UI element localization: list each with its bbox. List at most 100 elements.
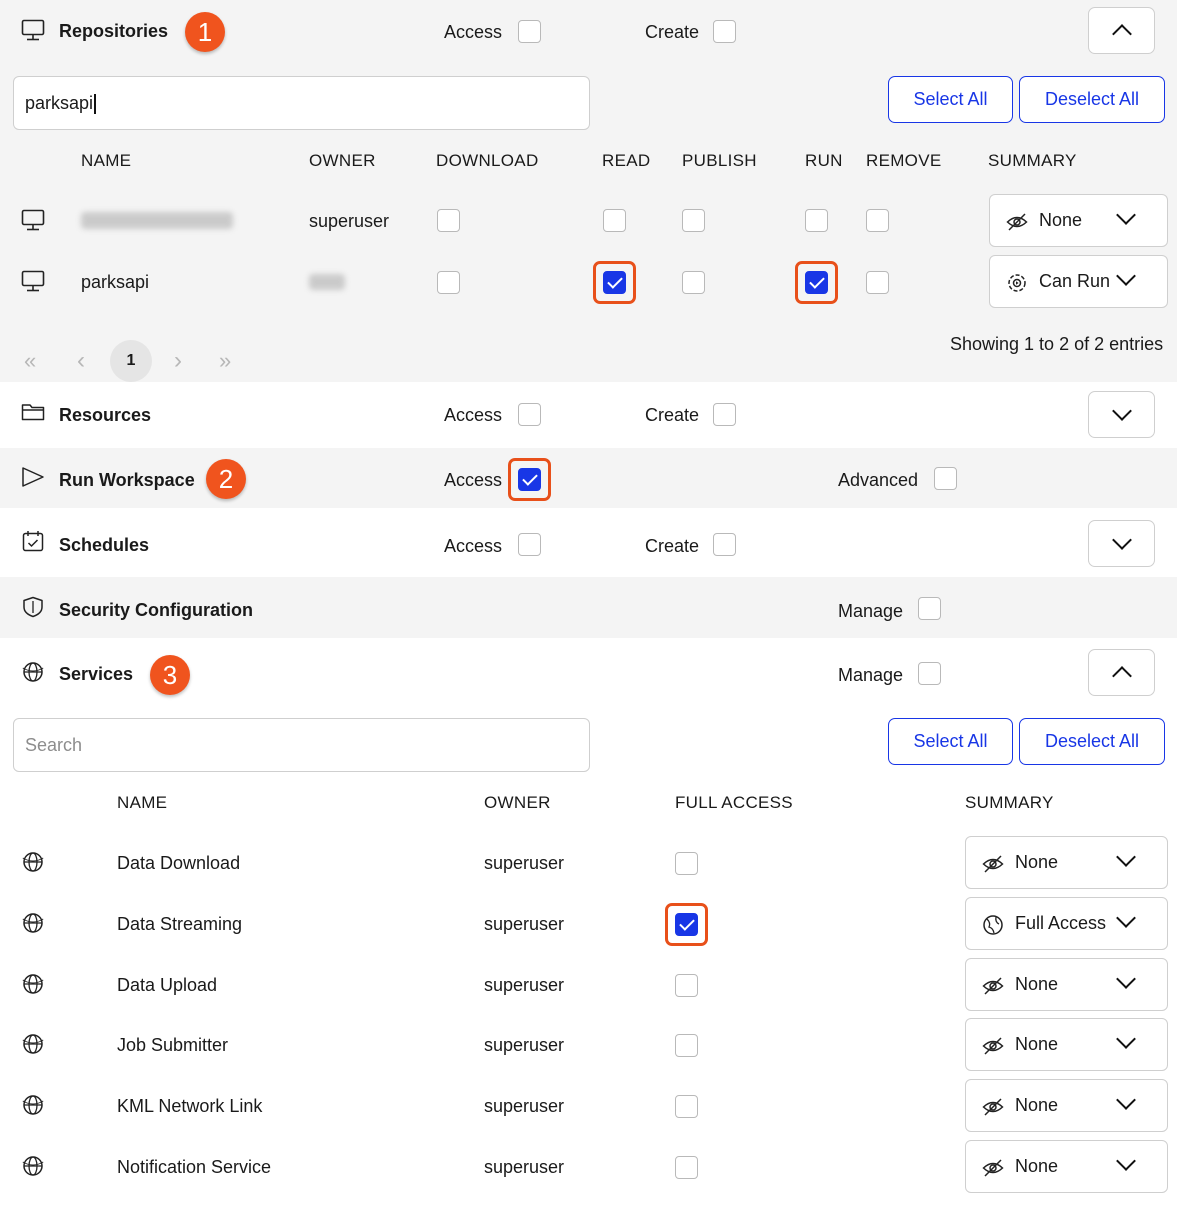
services-search-input[interactable]: Search bbox=[13, 718, 590, 772]
repo-owner: superuser bbox=[309, 211, 390, 231]
repositories-select-all-button[interactable]: Select All bbox=[888, 76, 1013, 123]
service-name: Notification Service bbox=[117, 1157, 272, 1177]
repo-name: parksapi bbox=[81, 272, 150, 292]
service-name: Data Upload bbox=[117, 975, 218, 995]
run-checkbox[interactable] bbox=[805, 209, 828, 232]
repositories-search-input[interactable]: parksapi bbox=[13, 76, 590, 130]
repositories-collapse-button[interactable] bbox=[1088, 7, 1155, 54]
pagination-prev[interactable]: ‹ bbox=[77, 347, 85, 375]
chevron-down-icon bbox=[1116, 1151, 1136, 1171]
schedules-row bbox=[0, 508, 1177, 577]
publish-checkbox[interactable] bbox=[682, 271, 705, 294]
eye-slash-icon bbox=[1006, 213, 1028, 231]
eye-slash-icon bbox=[982, 977, 1004, 995]
resources-title: Resources bbox=[59, 405, 152, 425]
service-name: Data Streaming bbox=[117, 914, 243, 934]
summary-select[interactable]: None bbox=[965, 1018, 1168, 1071]
monitor-icon bbox=[21, 19, 45, 41]
summary-select[interactable]: Full Access bbox=[965, 897, 1168, 950]
run-workspace-title: Run Workspace bbox=[59, 470, 195, 490]
step-badge-1: 1 bbox=[185, 12, 225, 52]
repositories-title: Repositories bbox=[59, 21, 169, 41]
service-owner: superuser bbox=[484, 853, 565, 873]
summary-select[interactable]: None bbox=[965, 836, 1168, 889]
run-checkbox[interactable] bbox=[805, 271, 828, 294]
run-workspace-advanced-label: Advanced bbox=[838, 470, 919, 490]
summary-value: None bbox=[1015, 1156, 1059, 1176]
column-header-summary: SUMMARY bbox=[965, 793, 1054, 812]
publish-checkbox[interactable] bbox=[682, 209, 705, 232]
globe-access-icon bbox=[983, 915, 1003, 935]
chevron-down-icon bbox=[1116, 847, 1136, 867]
full-access-checkbox[interactable] bbox=[675, 913, 698, 936]
chevron-down-icon bbox=[1116, 266, 1136, 286]
schedules-expand-button[interactable] bbox=[1088, 520, 1155, 567]
summary-select[interactable]: None bbox=[965, 958, 1168, 1011]
step-badge-3: 3 bbox=[150, 655, 190, 695]
summary-value: Can Run bbox=[1039, 271, 1111, 291]
remove-checkbox[interactable] bbox=[866, 209, 889, 232]
read-checkbox[interactable] bbox=[603, 271, 626, 294]
globe-icon bbox=[22, 662, 44, 682]
summary-value: None bbox=[1015, 974, 1059, 994]
security-manage-checkbox[interactable] bbox=[918, 597, 941, 620]
repositories-search-value: parksapi bbox=[25, 93, 94, 113]
chevron-up-icon bbox=[1112, 24, 1132, 44]
run-workspace-access-checkbox[interactable] bbox=[518, 468, 541, 491]
download-checkbox[interactable] bbox=[437, 209, 460, 232]
remove-checkbox[interactable] bbox=[866, 271, 889, 294]
column-header-owner: OWNER bbox=[484, 793, 551, 812]
resources-create-checkbox[interactable] bbox=[713, 403, 736, 426]
read-checkbox[interactable] bbox=[603, 209, 626, 232]
services-collapse-button[interactable] bbox=[1088, 649, 1155, 696]
pagination-current-page[interactable]: 1 bbox=[110, 340, 152, 382]
repositories-access-checkbox[interactable] bbox=[518, 20, 541, 43]
services-manage-label: Manage bbox=[838, 665, 904, 685]
summary-select[interactable]: Can Run bbox=[989, 255, 1168, 308]
full-access-checkbox[interactable] bbox=[675, 852, 698, 875]
eye-slash-icon bbox=[982, 1159, 1004, 1177]
chevron-down-icon bbox=[1112, 530, 1132, 550]
download-checkbox[interactable] bbox=[437, 271, 460, 294]
chevron-down-icon bbox=[1112, 401, 1132, 421]
summary-select[interactable]: None bbox=[965, 1079, 1168, 1132]
pagination-next[interactable]: › bbox=[174, 347, 182, 375]
resources-expand-button[interactable] bbox=[1088, 391, 1155, 438]
schedules-create-checkbox[interactable] bbox=[713, 533, 736, 556]
full-access-checkbox[interactable] bbox=[675, 974, 698, 997]
column-header-name: NAME bbox=[81, 151, 132, 170]
column-header-summary: SUMMARY bbox=[988, 151, 1077, 170]
run-workspace-access-label: Access bbox=[444, 470, 503, 490]
schedules-create-label: Create bbox=[645, 536, 700, 556]
services-manage-checkbox[interactable] bbox=[918, 662, 941, 685]
column-header-owner: OWNER bbox=[309, 151, 376, 170]
repositories-create-checkbox[interactable] bbox=[713, 20, 736, 43]
full-access-checkbox[interactable] bbox=[675, 1156, 698, 1179]
repositories-access-label: Access bbox=[444, 22, 503, 42]
service-name: KML Network Link bbox=[117, 1096, 263, 1116]
chevron-down-icon bbox=[1116, 969, 1136, 989]
services-select-all-button[interactable]: Select All bbox=[888, 718, 1013, 765]
resources-access-checkbox[interactable] bbox=[518, 403, 541, 426]
services-deselect-all-button[interactable]: Deselect All bbox=[1019, 718, 1165, 765]
column-header-download: DOWNLOAD bbox=[436, 151, 539, 170]
services-title: Services bbox=[59, 664, 134, 684]
resources-access-label: Access bbox=[444, 405, 503, 425]
column-header-run: RUN bbox=[805, 151, 843, 170]
summary-select[interactable]: None bbox=[965, 1140, 1168, 1193]
service-owner: superuser bbox=[484, 1096, 565, 1116]
pagination-last[interactable]: » bbox=[219, 348, 231, 374]
chevron-up-icon bbox=[1112, 666, 1132, 686]
summary-value: Full Access bbox=[1015, 913, 1107, 933]
pagination-first[interactable]: « bbox=[24, 348, 36, 374]
schedules-access-checkbox[interactable] bbox=[518, 533, 541, 556]
globe-icon bbox=[22, 1033, 44, 1060]
service-owner: superuser bbox=[484, 914, 565, 934]
summary-select[interactable]: None bbox=[989, 194, 1168, 247]
repositories-deselect-all-button[interactable]: Deselect All bbox=[1019, 76, 1165, 123]
globe-icon bbox=[22, 851, 44, 878]
full-access-checkbox[interactable] bbox=[675, 1095, 698, 1118]
full-access-checkbox[interactable] bbox=[675, 1034, 698, 1057]
repositories-panel bbox=[0, 0, 1177, 382]
run-workspace-advanced-checkbox[interactable] bbox=[934, 467, 957, 490]
